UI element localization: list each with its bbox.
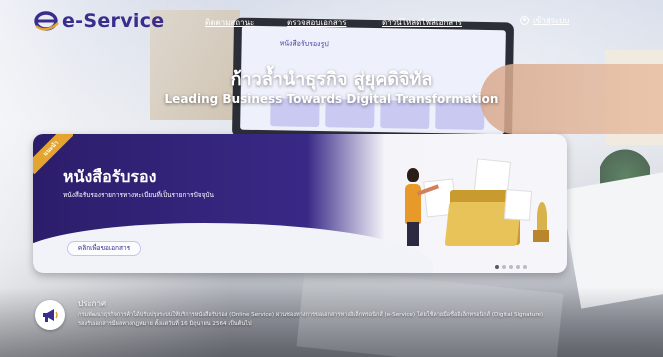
carousel-dot-5[interactable] bbox=[523, 265, 527, 269]
document-illustration bbox=[503, 189, 533, 221]
hero-title-english: Leading Business Towards Digital Transfo… bbox=[164, 92, 499, 106]
request-document-button[interactable]: คลิกเพื่อขอเอกสาร bbox=[67, 241, 141, 256]
site-header: e-Service ติดตามสถานะ ตรวจสอบเอกสาร ดาวน… bbox=[0, 0, 663, 42]
login-button[interactable]: เข้าสู่ระบบ bbox=[520, 14, 569, 27]
person-illustration bbox=[407, 222, 419, 246]
site-logo[interactable]: e-Service bbox=[34, 10, 164, 32]
nav-tracking[interactable]: ติดตามสถานะ bbox=[205, 16, 254, 29]
carousel-dot-3[interactable] bbox=[509, 265, 513, 269]
nav-verify-document[interactable]: ตรวจสอบเอกสาร bbox=[287, 16, 347, 29]
hero-title-thai: ก้าวล้ำนำธุรกิจ สู่ยุคดิจิทัล bbox=[230, 69, 433, 90]
user-icon bbox=[520, 16, 529, 25]
carousel-indicator bbox=[495, 265, 527, 269]
carousel-dot-2[interactable] bbox=[502, 265, 506, 269]
plant-illustration bbox=[537, 202, 547, 232]
banner-title: หนังสือรับรอง bbox=[63, 167, 157, 186]
banner-subtitle: หนังสือรับรองรายการทางทะเบียนที่เป็นรายก… bbox=[63, 191, 214, 199]
nav-download-file[interactable]: ดาวน์โหลดไฟล์เอกสาร bbox=[382, 16, 462, 29]
carousel-dot-1[interactable] bbox=[495, 265, 499, 269]
announcement-title: ประกาศ bbox=[78, 299, 107, 308]
megaphone-icon bbox=[35, 300, 65, 330]
login-label: เข้าสู่ระบบ bbox=[533, 16, 570, 25]
logo-text: e-Service bbox=[62, 10, 165, 32]
carousel-dot-4[interactable] bbox=[516, 265, 520, 269]
person-illustration bbox=[407, 168, 419, 182]
banner-illustration bbox=[395, 150, 555, 260]
announcement-text: กรมพัฒนาธุรกิจการค้าได้ปรับปรุงระบบให้บร… bbox=[78, 312, 544, 327]
logo-e-icon bbox=[34, 11, 59, 31]
plant-pot-illustration bbox=[533, 230, 549, 242]
